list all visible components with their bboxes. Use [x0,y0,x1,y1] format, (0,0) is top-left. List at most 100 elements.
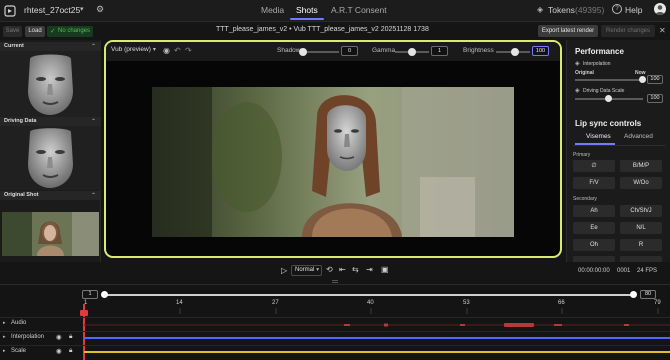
project-dropdown-chevron-icon[interactable]: ▾ [80,5,84,13]
track-label-scale: Scale [11,348,27,354]
preview-select[interactable]: Vub (preview) ▾ [111,46,156,57]
settings-icon[interactable]: ⚙ [96,4,104,15]
range-start-box[interactable]: 1 [82,290,98,299]
eye-icon[interactable]: ◉ [56,333,62,341]
viseme-button-ch-sh-j[interactable]: Ch/Sh/J [620,205,662,217]
gamma-slider-handle[interactable] [408,48,416,56]
eye-icon[interactable]: ◉ [56,347,62,355]
section-driving-data-header[interactable]: Driving Data ⌃ [0,117,101,126]
brightness-value[interactable]: 100 [532,46,549,56]
chevron-up-icon[interactable]: ⌃ [91,192,96,199]
timeline-ruler[interactable] [82,308,670,314]
check-icon: ✓ [50,28,56,35]
chevron-up-icon[interactable]: ⌃ [91,118,96,125]
viseme-button-b-m-p[interactable]: B/M/P [620,160,662,172]
undo-icon[interactable]: ↶ [174,46,181,55]
tab-art-consent[interactable]: A.R.T Consent [331,5,387,15]
interpolation-expand-icon[interactable]: ▸ [3,334,6,340]
speed-select[interactable]: Normal ▾ [291,265,322,276]
step-forward-icon[interactable]: ⇥ [366,265,373,274]
fps-label: 24 FPS [637,268,658,274]
active-tab-underline [290,18,324,20]
section-driving-data-label: Driving Data [4,118,37,124]
viseme-button-r[interactable]: R [620,239,662,251]
render-changes-button[interactable]: Render changes [601,25,655,37]
tab-media[interactable]: Media [261,5,284,15]
tick-label: 66 [558,300,565,306]
help-link[interactable]: Help [625,5,642,15]
load-button[interactable]: Load [25,26,45,37]
panel-resize-handle[interactable] [332,280,338,283]
loop-icon[interactable]: ⟲ [326,265,333,274]
section-original-shot-header[interactable]: Original Shot ⌃ [0,191,101,200]
scale-expand-icon[interactable]: ▸ [3,348,6,354]
track-divider [0,331,670,332]
save-button[interactable]: Save [3,26,22,37]
avatar[interactable] [654,3,666,15]
range-end-box[interactable]: 80 [640,290,656,299]
section-original-shot-label: Original Shot [4,192,39,198]
project-name[interactable]: rhtest_27oct25 [24,5,80,15]
interpolation-label: Interpolation [583,61,611,67]
interpolation-curve[interactable] [84,337,670,339]
tab-visemes[interactable]: Visemes [586,133,611,140]
video-frame[interactable] [152,87,514,237]
snapshot-icon[interactable]: ▣ [381,265,389,274]
shadows-slider-handle[interactable] [299,48,307,56]
viseme-button-ee[interactable]: Ee [573,222,615,234]
section-current-header[interactable]: Current ⌃ [0,42,101,51]
interpolation-slider-handle[interactable] [639,76,646,83]
driving-scale-slider-handle[interactable] [605,95,612,102]
viseme-button-n-l[interactable]: N/L [620,222,662,234]
driving-scale-icon: ◈ [575,88,580,94]
viewer-toolbar: Vub (preview) ▾ ◉ ↶ ↷ Shadows 0 Gamma 1 … [106,42,560,61]
tab-shots[interactable]: Shots [296,5,318,15]
lock-icon[interactable]: 🔒︎ [69,347,72,355]
shot-title: TTT_please_james_v2 • Vub TTT_please_jam… [216,26,429,33]
interpolation-slider-track[interactable] [575,79,643,81]
viseme-button-w-oo[interactable]: W/Oo [620,177,662,189]
gamma-value[interactable]: 1 [431,46,448,56]
viseme-button-oh[interactable]: Oh [573,239,615,251]
close-icon[interactable]: ✕ [659,26,666,35]
play-icon[interactable]: ▷ [281,266,287,275]
original-shot-thumbnail[interactable] [2,212,99,256]
range-start-handle[interactable] [101,291,108,298]
track-label-audio: Audio [11,320,27,326]
tab-advanced[interactable]: Advanced [624,133,653,140]
brightness-slider-handle[interactable] [510,48,519,56]
tokens-label: Tokens [548,5,575,15]
transport-bar: ▷ Normal ▾ ⟲ ⇤ ⇆ ⇥ ▣ 00:00:00:00 0001 24… [0,262,670,280]
viseme-button-silence[interactable]: ∅ [573,160,615,172]
lock-icon[interactable]: 🔒︎ [69,333,72,341]
shadows-value[interactable]: 0 [341,46,358,56]
range-slider-track[interactable] [104,294,634,296]
shadows-slider-track[interactable] [303,51,339,53]
viseme-button-f-v[interactable]: F/V [573,177,615,189]
export-latest-render-button[interactable]: Export latest render [538,25,598,37]
interpolation-value[interactable]: 100 [647,75,663,84]
tick-label: 79 [654,300,661,306]
track-divider [0,345,670,346]
playhead-marker[interactable] [80,310,88,316]
audio-waveform[interactable] [84,319,670,329]
camera-icon[interactable]: ◉ [163,46,170,55]
right-panel: Performance ◈ Interpolation Original Now… [566,40,670,262]
home-icon[interactable] [4,5,16,17]
track-divider [0,317,670,318]
audio-expand-icon[interactable]: ▸ [3,320,6,326]
range-end-handle[interactable] [630,291,637,298]
driving-scale-value[interactable]: 100 [647,94,663,103]
track-label-interpolation: Interpolation [11,334,45,340]
driving-data-face-preview [0,126,101,190]
scale-curve[interactable] [84,351,670,353]
tick-label: 14 [176,300,183,306]
timecode: 00:00:00:00 [578,268,610,274]
frame-back-icon[interactable]: ⇆ [352,265,359,274]
viseme-button-ah[interactable]: Ah [573,205,615,217]
tokens-count: (49395) [575,5,605,15]
help-icon[interactable]: ? [612,4,622,14]
chevron-up-icon[interactable]: ⌃ [91,43,96,50]
step-back-icon[interactable]: ⇤ [339,265,346,274]
redo-icon[interactable]: ↷ [185,46,192,55]
